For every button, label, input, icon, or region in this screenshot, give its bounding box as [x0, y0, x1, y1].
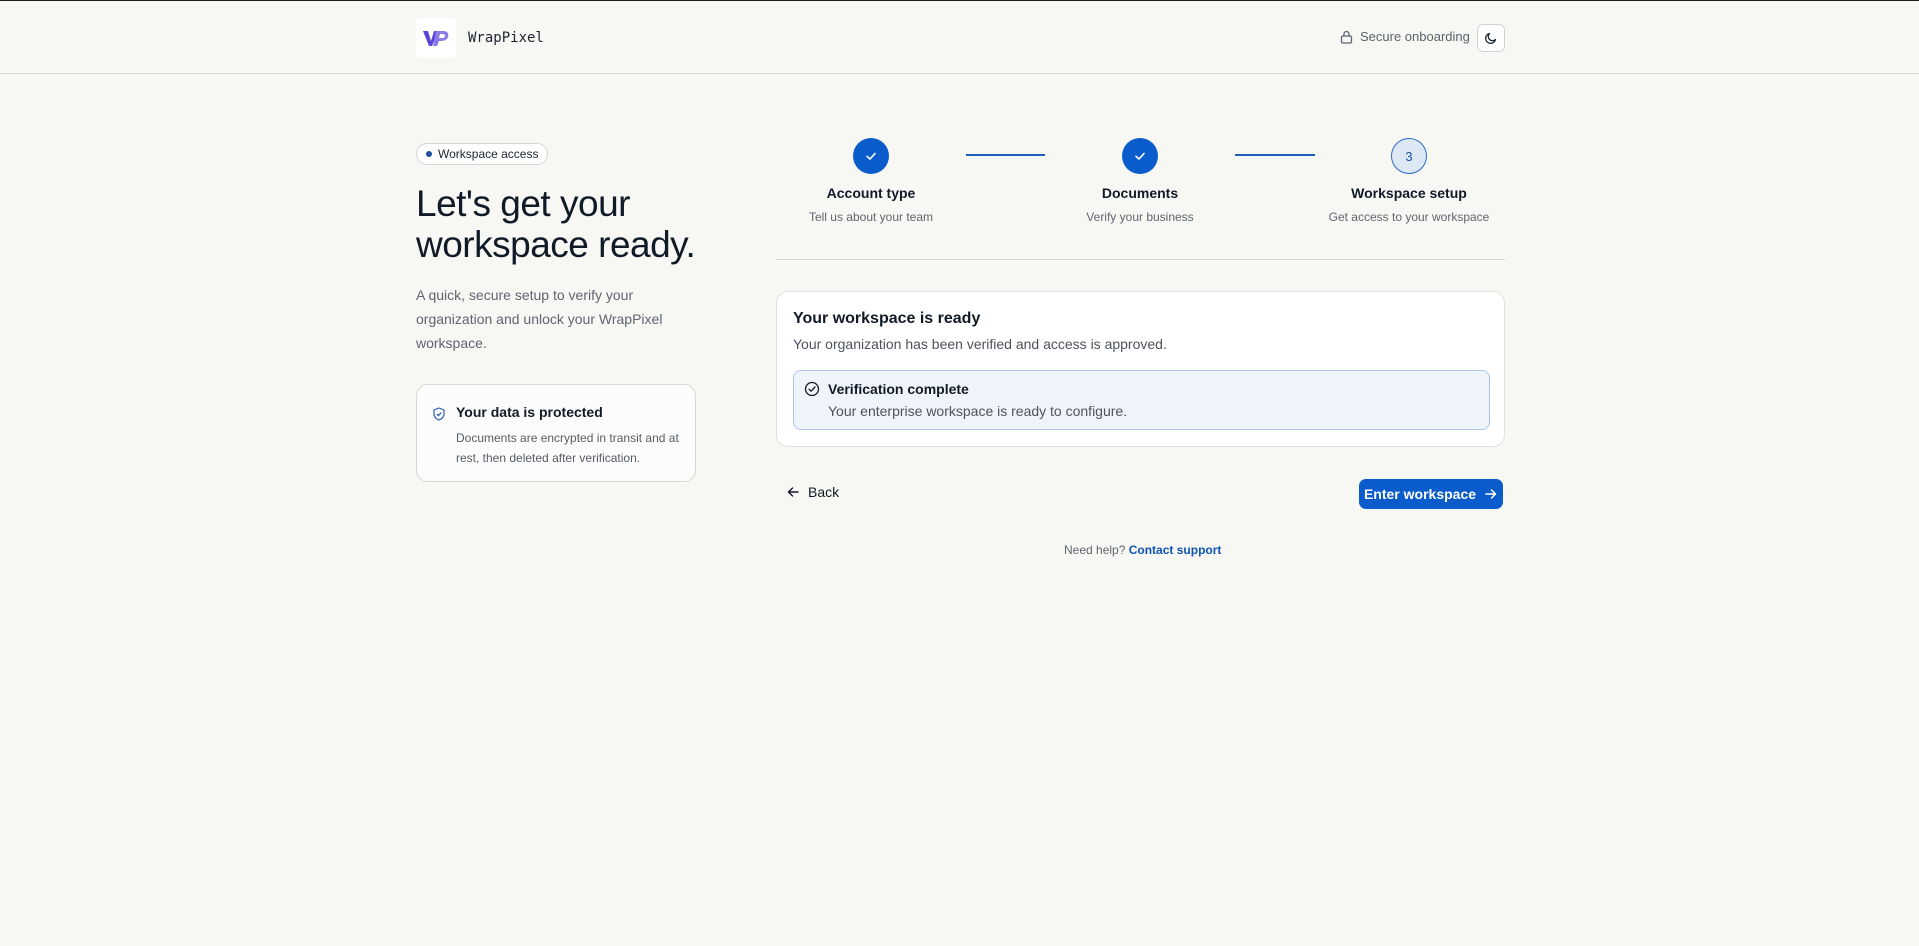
enter-workspace-button[interactable]: Enter workspace — [1359, 479, 1503, 509]
arrow-right-icon — [1485, 489, 1497, 499]
step-1-check — [853, 138, 889, 174]
secure-onboarding-label: Secure onboarding — [1360, 29, 1470, 44]
step-2-label: Documents — [1101, 185, 1179, 201]
circle-check-icon — [804, 381, 820, 397]
top-bar: WrapPixel Secure onboarding — [0, 1, 1919, 74]
help-prefix: Need help? — [1064, 543, 1126, 557]
lock-icon — [1340, 30, 1353, 44]
help-text: Need help? Contact support — [1064, 543, 1221, 557]
step-3-sub: Get access to your workspace — [1328, 210, 1490, 224]
data-protected-card: Your data is protected Documents are enc… — [416, 384, 696, 482]
step-3-label: Workspace setup — [1351, 185, 1467, 201]
step-1-label: Account type — [826, 185, 916, 201]
check-icon — [866, 152, 876, 160]
enter-workspace-label: Enter workspace — [1363, 486, 1477, 502]
check-icon — [1135, 152, 1145, 160]
moon-icon — [1484, 32, 1497, 45]
brand-name: WrapPixel — [468, 30, 544, 46]
verify-text: Your enterprise workspace is ready to co… — [828, 403, 1128, 419]
contact-support-link[interactable]: Contact support — [1129, 543, 1222, 557]
verify-title: Verification complete — [828, 381, 969, 397]
wrappixel-logo — [416, 18, 456, 58]
step-2-check — [1122, 138, 1158, 174]
stepper-divider — [776, 259, 1505, 260]
workspace-ready-card: Your workspace is ready Your organizatio… — [776, 291, 1505, 447]
step-3-number: 3 — [1391, 138, 1427, 174]
back-button-label: Back — [808, 484, 840, 500]
theme-toggle-button[interactable] — [1477, 24, 1505, 52]
page-title: Let's get your workspace ready. — [416, 183, 696, 265]
secure-onboarding: Secure onboarding — [1340, 29, 1470, 44]
brand[interactable]: WrapPixel — [416, 18, 544, 58]
badge-label: Workspace access — [438, 147, 539, 161]
arrow-left-icon — [787, 487, 799, 497]
step-connector-1 — [966, 154, 1045, 156]
card-subtitle: Your organization has been verified and … — [793, 336, 1167, 352]
protect-title: Your data is protected — [456, 404, 603, 420]
step-connector-2 — [1235, 154, 1315, 156]
step-1-sub: Tell us about your team — [808, 210, 934, 224]
protect-text: Documents are encrypted in transit and a… — [456, 431, 679, 465]
page-description: A quick, secure setup to verify your org… — [416, 287, 663, 351]
badge-dot — [426, 151, 432, 157]
step-2-sub: Verify your business — [1086, 210, 1194, 224]
shield-check-icon — [433, 407, 445, 421]
card-title: Your workspace is ready — [793, 310, 981, 327]
workspace-access-badge: Workspace access — [416, 143, 549, 165]
back-button[interactable]: Back — [786, 484, 839, 500]
verification-complete-box: Verification complete Your enterprise wo… — [793, 370, 1490, 430]
